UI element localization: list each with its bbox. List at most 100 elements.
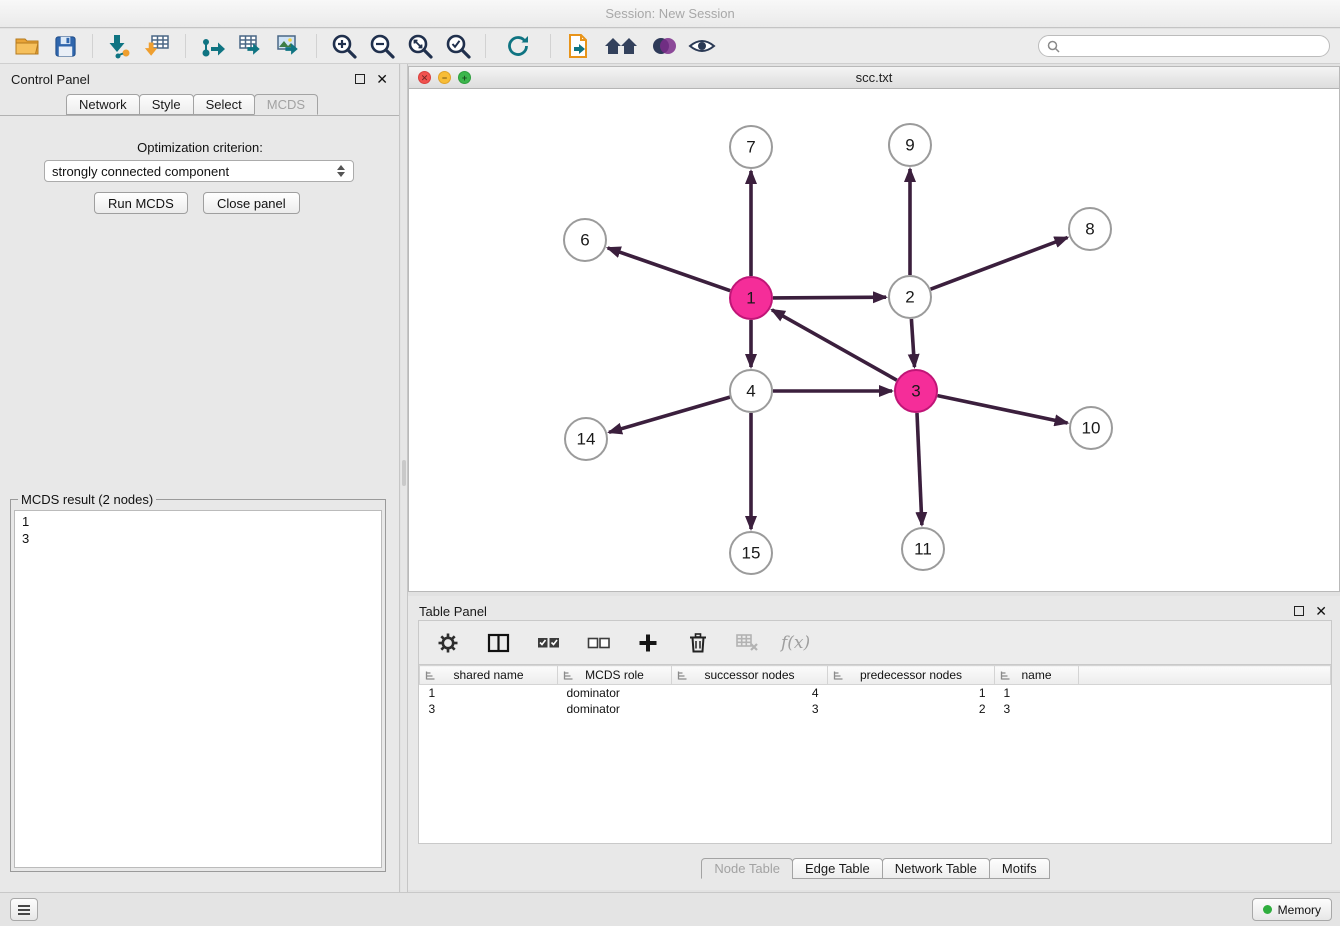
tab-node-table[interactable]: Node Table bbox=[701, 858, 793, 879]
edge-2-3[interactable] bbox=[911, 319, 914, 367]
network-window-title: scc.txt bbox=[856, 70, 893, 85]
edge-3-10[interactable] bbox=[938, 396, 1068, 423]
control-panel-tabs: NetworkStyleSelectMCDS bbox=[0, 94, 399, 115]
mcds-result-list[interactable]: 13 bbox=[14, 510, 382, 868]
node-table-container: shared nameMCDS rolesuccessor nodes prede… bbox=[418, 664, 1332, 844]
close-panel-button[interactable]: Close panel bbox=[203, 192, 300, 214]
search-input[interactable] bbox=[1065, 39, 1321, 54]
zoom-out-button[interactable] bbox=[365, 31, 399, 61]
trash-icon bbox=[686, 631, 710, 655]
zoom-in-button[interactable] bbox=[327, 31, 361, 61]
graphics-details-button[interactable] bbox=[685, 31, 719, 61]
cell[interactable]: 3 bbox=[420, 701, 558, 717]
network-canvas[interactable]: 7968124314101511 bbox=[409, 89, 1339, 591]
unselect-all-columns-button[interactable] bbox=[581, 628, 615, 658]
cell[interactable]: 1 bbox=[828, 685, 995, 701]
column-header-shared-name[interactable]: shared name bbox=[420, 666, 558, 685]
import-table-button[interactable] bbox=[141, 31, 175, 61]
table-row[interactable]: 3dominator323 bbox=[420, 701, 1331, 717]
select-all-columns-button[interactable] bbox=[531, 628, 565, 658]
cell[interactable]: dominator bbox=[558, 701, 672, 717]
task-history-button[interactable] bbox=[10, 898, 38, 921]
application-window: Session: New Session bbox=[0, 0, 1340, 926]
cell-filler bbox=[1079, 685, 1331, 701]
cell[interactable]: 3 bbox=[672, 701, 828, 717]
open-file-button[interactable] bbox=[10, 31, 44, 61]
create-column-button[interactable] bbox=[631, 628, 665, 658]
optimization-criterion-label: Optimization criterion: bbox=[0, 140, 400, 155]
edge-2-8[interactable] bbox=[931, 238, 1068, 290]
refresh-icon bbox=[505, 33, 531, 59]
zoom-in-icon bbox=[331, 33, 358, 60]
delete-column-button[interactable] bbox=[681, 628, 715, 658]
zoom-fit-button[interactable] bbox=[403, 31, 437, 61]
cell[interactable]: 3 bbox=[995, 701, 1079, 717]
network-graph[interactable]: 7968124314101511 bbox=[409, 89, 1339, 591]
close-table-panel-icon[interactable]: ✕ bbox=[1315, 606, 1327, 616]
cell-filler bbox=[1079, 701, 1331, 717]
zoom-fit-icon bbox=[407, 33, 434, 60]
function-builder-button[interactable]: f(x) bbox=[781, 633, 810, 653]
column-header-successor-nodes[interactable]: successor nodes bbox=[672, 666, 828, 685]
import-network-button[interactable] bbox=[103, 31, 137, 61]
tab-network[interactable]: Network bbox=[66, 94, 140, 115]
node-label-7: 7 bbox=[746, 138, 755, 157]
toolbar-separator bbox=[185, 34, 186, 58]
edge-1-6[interactable] bbox=[608, 248, 731, 291]
export-table-button[interactable] bbox=[234, 31, 268, 61]
node-table-header-row: shared nameMCDS rolesuccessor nodes prede… bbox=[420, 666, 1331, 685]
cell[interactable]: 2 bbox=[828, 701, 995, 717]
network-document-button[interactable] bbox=[561, 31, 595, 61]
tab-motifs[interactable]: Motifs bbox=[989, 858, 1050, 879]
save-session-button[interactable] bbox=[48, 31, 82, 61]
column-header-name[interactable]: name bbox=[995, 666, 1079, 685]
node-label-1: 1 bbox=[746, 289, 755, 308]
memory-button[interactable]: Memory bbox=[1252, 898, 1332, 921]
zoom-selected-button[interactable] bbox=[441, 31, 475, 61]
memory-label: Memory bbox=[1278, 903, 1321, 917]
export-network-button[interactable] bbox=[196, 31, 230, 61]
table-row[interactable]: 1dominator411 bbox=[420, 685, 1331, 701]
cell[interactable]: 4 bbox=[672, 685, 828, 701]
zoom-selected-icon bbox=[445, 33, 472, 60]
divider-grip[interactable] bbox=[402, 460, 406, 486]
cell[interactable]: dominator bbox=[558, 685, 672, 701]
column-header-predecessor-nodes[interactable]: predecessor nodes bbox=[828, 666, 995, 685]
sort-icon bbox=[833, 670, 844, 684]
float-table-panel-icon[interactable] bbox=[1294, 606, 1304, 616]
edge-3-1[interactable] bbox=[772, 310, 897, 380]
edge-3-11[interactable] bbox=[917, 413, 922, 525]
show-columns-button[interactable] bbox=[481, 628, 515, 658]
tab-select[interactable]: Select bbox=[193, 94, 255, 115]
edge-1-2[interactable] bbox=[773, 297, 886, 298]
network-view-window: ✕ − + scc.txt 7968124314101511 bbox=[408, 66, 1340, 592]
float-panel-icon[interactable] bbox=[355, 74, 365, 84]
export-image-button[interactable] bbox=[272, 31, 306, 61]
tab-network-table[interactable]: Network Table bbox=[882, 858, 990, 879]
minimize-window-button[interactable]: − bbox=[438, 71, 451, 84]
home-views-button[interactable] bbox=[599, 31, 643, 61]
panel-divider[interactable] bbox=[401, 64, 408, 892]
cell[interactable]: 1 bbox=[420, 685, 558, 701]
cell[interactable]: 1 bbox=[995, 685, 1079, 701]
close-panel-icon[interactable]: ✕ bbox=[376, 74, 388, 84]
close-window-button[interactable]: ✕ bbox=[418, 71, 431, 84]
delete-table-button[interactable] bbox=[731, 628, 765, 658]
tab-style[interactable]: Style bbox=[139, 94, 194, 115]
column-header-MCDS-role[interactable]: MCDS role bbox=[558, 666, 672, 685]
run-mcds-button[interactable]: Run MCDS bbox=[94, 192, 188, 214]
refresh-view-button[interactable] bbox=[496, 31, 540, 61]
eye-icon bbox=[688, 34, 716, 58]
table-settings-button[interactable] bbox=[431, 628, 465, 658]
criterion-select[interactable]: strongly connected component bbox=[44, 160, 354, 182]
maximize-window-button[interactable]: + bbox=[458, 71, 471, 84]
style-venn-button[interactable] bbox=[647, 31, 681, 61]
select-stepper-icon bbox=[337, 165, 346, 177]
edge-4-14[interactable] bbox=[609, 397, 730, 432]
tab-edge-table[interactable]: Edge Table bbox=[792, 858, 883, 879]
window-title: Session: New Session bbox=[605, 6, 734, 21]
column-label: predecessor nodes bbox=[860, 668, 962, 682]
import-network-icon bbox=[107, 33, 133, 59]
tab-mcds[interactable]: MCDS bbox=[254, 94, 318, 115]
node-label-4: 4 bbox=[746, 382, 755, 401]
